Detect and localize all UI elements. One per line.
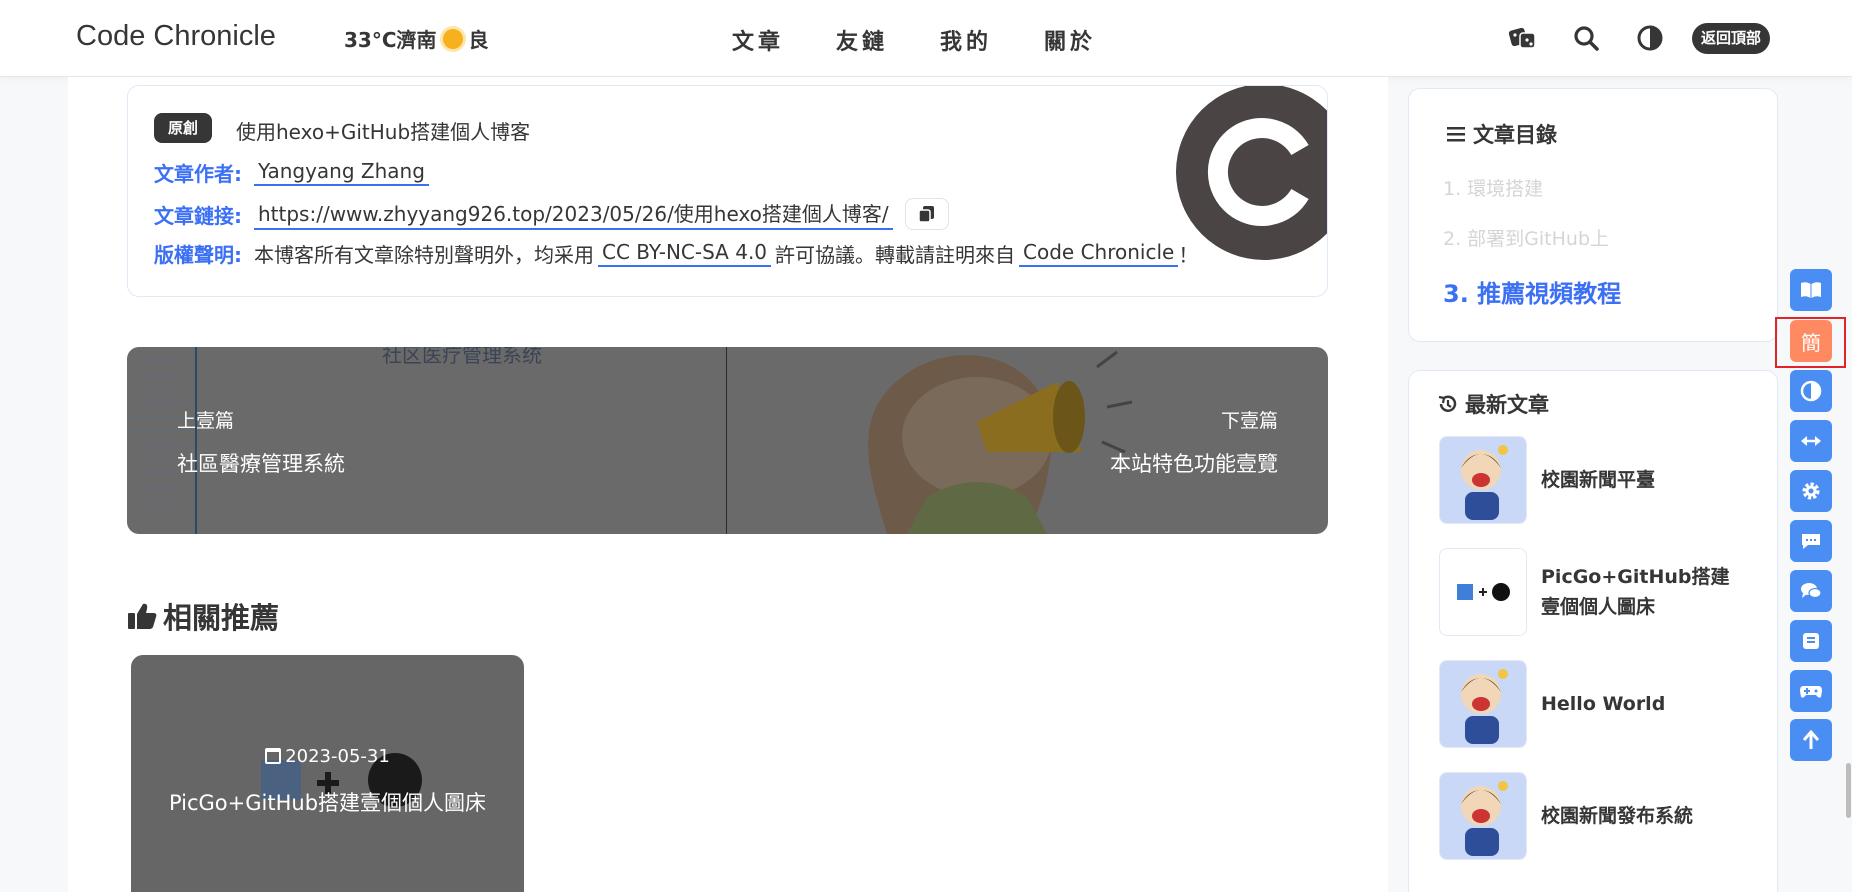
toc-item[interactable]: 1. 環境搭建 <box>1443 174 1543 201</box>
gamepad-icon <box>1800 686 1822 698</box>
nav-item-articles[interactable]: 文章 <box>732 24 784 56</box>
recent-post-item[interactable]: Hello World <box>1439 660 1746 748</box>
related-cover-image <box>261 753 422 807</box>
comments-button[interactable] <box>1790 570 1832 612</box>
book-icon <box>1801 282 1821 298</box>
related-title[interactable]: PicGo+GitHub搭建壹個個人圖床 <box>131 787 524 817</box>
random-dice-icon[interactable] <box>1507 22 1539 54</box>
related-heading-text: 相關推薦 <box>163 601 280 635</box>
toc-item-active[interactable]: 3. 推薦視頻教程 <box>1443 274 1621 309</box>
reading-mode-button[interactable] <box>1790 269 1832 311</box>
recent-post-title[interactable]: Hello World <box>1541 689 1746 719</box>
page-scrollbar[interactable] <box>1846 763 1851 818</box>
next-post-link[interactable]: 下壹篇 本站特色功能壹覽 <box>727 347 1328 534</box>
nav-item-links[interactable]: 友鏈 <box>836 24 888 56</box>
post-pagination: 社区医疗管理系统 上壹篇 社區醫療管理系統 下壹篇 本站特色功能壹覽 <box>127 347 1328 534</box>
site-name[interactable]: Code Chronicle <box>76 20 276 53</box>
calendar-icon <box>265 748 282 764</box>
toc-item[interactable]: 2. 部署到GitHub上 <box>1443 224 1609 251</box>
recent-post-title[interactable]: 校園新聞平臺 <box>1541 465 1746 495</box>
original-badge: 原創 <box>154 113 213 143</box>
related-heading: 相關推薦 <box>127 595 279 637</box>
back-to-top-button[interactable]: 返回頂部 <box>1692 23 1771 54</box>
prev-label: 上壹篇 <box>177 410 235 432</box>
site-link[interactable]: Code Chronicle <box>1019 240 1179 267</box>
arrow-up-icon <box>1802 730 1820 749</box>
scroll-top-button[interactable] <box>1790 719 1832 761</box>
prev-post-link[interactable]: 社区医疗管理系统 上壹篇 社區醫療管理系統 <box>127 347 727 534</box>
prev-cover-text: 社区医疗管理系统 <box>382 347 542 367</box>
toc-card: 文章目錄 1. 環境搭建 2. 部署到GitHub上 3. 推薦視頻教程 <box>1408 88 1778 342</box>
thumbs-up-icon <box>128 603 157 629</box>
recent-post-item[interactable]: PicGo+GitHub搭建壹個個人圖床 <box>1439 548 1746 636</box>
nav-item-mine[interactable]: 我的 <box>940 24 992 56</box>
arrows-h-icon <box>1801 436 1821 446</box>
next-title: 本站特色功能壹覽 <box>1110 452 1278 476</box>
recent-heading-text: 最新文章 <box>1465 393 1549 417</box>
license-row: 版權聲明: 本博客所有文章除特別聲明外，均采用 CC BY-NC-SA 4.0 … <box>154 239 1198 268</box>
search-icon[interactable] <box>1570 22 1602 54</box>
next-label: 下壹篇 <box>1220 410 1278 432</box>
copy-link-button[interactable] <box>904 198 949 230</box>
toc-heading-text: 文章目錄 <box>1473 123 1557 147</box>
darkmode-button[interactable] <box>1790 370 1832 412</box>
link-row: 文章鏈接: https://www.zhyyang926.top/2023/05… <box>154 198 949 230</box>
highlight-outline <box>1775 317 1846 368</box>
sun-icon <box>442 28 463 49</box>
sms-button[interactable] <box>1790 520 1832 562</box>
list-icon <box>1447 127 1465 142</box>
nav-item-about[interactable]: 關於 <box>1044 24 1096 56</box>
air-quality: 良 <box>468 28 489 52</box>
author-row: 文章作者: Yangyang Zhang <box>154 158 429 187</box>
license-link[interactable]: CC BY-NC-SA 4.0 <box>598 240 772 267</box>
gear-icon <box>1802 482 1820 500</box>
comments-icon <box>1801 583 1822 599</box>
recent-post-item[interactable]: 校園新聞平臺 <box>1439 436 1746 524</box>
picgo-github-logo-thumbnail <box>1439 548 1527 636</box>
danmaku-icon <box>1803 633 1819 649</box>
link-key: 文章鏈接: <box>154 203 242 228</box>
cartoon-avatar-thumbnail <box>1439 660 1527 748</box>
post-link[interactable]: https://www.zhyyang926.top/2023/05/26/使用… <box>254 198 893 230</box>
recent-heading: 最新文章 <box>1437 389 1549 419</box>
game-button[interactable] <box>1790 670 1832 712</box>
license-key: 版權聲明: <box>154 243 242 267</box>
prev-title: 社區醫療管理系統 <box>177 452 345 476</box>
license-text-end: ！ <box>1178 243 1199 267</box>
settings-button[interactable] <box>1790 470 1832 512</box>
cartoon-avatar-thumbnail <box>1439 436 1527 524</box>
toc-heading: 文章目錄 <box>1447 119 1557 149</box>
license-text-mid: 許可協議。轉載請註明來自 <box>775 243 1016 267</box>
weather-widget: 33°C濟南 良 <box>344 24 489 53</box>
header: Code Chronicle 33°C濟南 良 文章 友鏈 我的 關於 返回頂部 <box>0 0 1852 77</box>
history-icon <box>1438 395 1457 412</box>
copy-icon <box>917 206 934 223</box>
author-key: 文章作者: <box>154 162 242 186</box>
c-logo-icon <box>1207 118 1309 226</box>
cartoon-avatar-thumbnail <box>1439 772 1527 860</box>
contrast-icon <box>1800 380 1822 402</box>
toggle-width-button[interactable] <box>1790 420 1832 462</box>
recent-post-title[interactable]: 校園新聞發布系統 <box>1541 801 1746 831</box>
related-date-text: 2023-05-31 <box>285 746 390 767</box>
copyright-post-title: 使用hexo+GitHub搭建個人博客 <box>236 120 531 144</box>
recent-post-item[interactable]: 校園新聞發布系統 <box>1439 772 1746 860</box>
license-text-pre: 本博客所有文章除特別聲明外，均采用 <box>254 243 594 267</box>
recent-posts-card: 最新文章 校園新聞平臺 PicGo+GitHub搭建壹個個人圖床 Hello W… <box>1408 370 1778 892</box>
darkmode-toggle-icon[interactable] <box>1634 22 1666 54</box>
author-avatar <box>1176 86 1327 260</box>
post-copyright-card: 原創 使用hexo+GitHub搭建個人博客 文章作者: Yangyang Zh… <box>127 85 1328 297</box>
related-date: 2023-05-31 <box>131 746 524 767</box>
sms-icon <box>1802 534 1820 549</box>
prev-cover-image <box>127 347 197 534</box>
danmaku-button[interactable] <box>1790 620 1832 662</box>
related-post-card[interactable] <box>131 655 524 892</box>
weather-text: 33°C濟南 <box>344 28 437 52</box>
next-cover-image <box>868 350 1133 534</box>
author-link[interactable]: Yangyang Zhang <box>254 159 429 186</box>
main-nav: 文章 友鏈 我的 關於 <box>732 24 1096 56</box>
recent-post-title[interactable]: PicGo+GitHub搭建壹個個人圖床 <box>1541 562 1746 622</box>
